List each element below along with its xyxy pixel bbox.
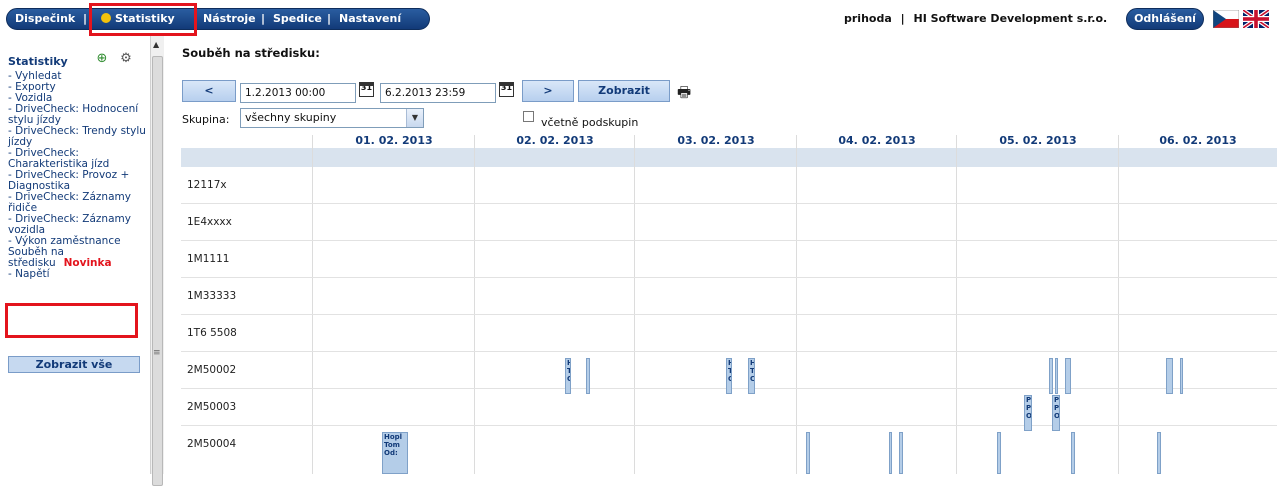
subgroups-label: včetně podskupin: [541, 116, 639, 129]
date-from-input[interactable]: 1.2.2013 00:00: [240, 83, 356, 103]
nav-spedice[interactable]: Spedice: [273, 9, 322, 29]
sidebar-item-drivecheck-zaznamy-vozidla[interactable]: - DriveCheck: Záznamy vozidla: [8, 214, 146, 236]
table-row: 1E4xxxx: [181, 204, 1277, 241]
sidebar-item-drivecheck-hodnoceni[interactable]: - DriveCheck: Hodnocení stylu jízdy: [8, 104, 146, 126]
timeline-event[interactable]: P P O: [1052, 395, 1060, 431]
user-separator: |: [900, 12, 905, 25]
timeline-event[interactable]: H T C: [565, 358, 571, 394]
scrollbar-thumb[interactable]: [152, 56, 163, 486]
vehicle-label[interactable]: 2M50004: [187, 438, 236, 450]
add-report-icon[interactable]: ⊕: [94, 51, 110, 67]
vehicle-label[interactable]: 1M1111: [187, 253, 229, 265]
sidebar-scrollbar[interactable]: ▲ ≡: [150, 36, 164, 486]
table-row: 1T6 5508: [181, 315, 1277, 352]
czech-flag-icon[interactable]: [1213, 10, 1239, 28]
day-header: 03. 02. 2013: [677, 134, 755, 147]
vehicle-label[interactable]: 12117x: [187, 179, 227, 191]
day-header: 05. 02. 2013: [999, 134, 1077, 147]
company-name: HI Software Development s.r.o.: [913, 12, 1108, 25]
timeline-event[interactable]: [806, 432, 810, 474]
settings-gear-icon[interactable]: ⚙: [118, 51, 134, 67]
sidebar-list: - Vyhledat - Exporty - Vozidla - DriveCh…: [8, 71, 146, 280]
highlight-statistiky: [89, 3, 197, 36]
username: prihoda: [844, 12, 892, 25]
vehicle-label[interactable]: 2M50003: [187, 401, 236, 413]
group-label: Skupina:: [182, 113, 230, 126]
page-title: Souběh na středisku:: [182, 46, 320, 60]
main-nav: Dispečink | Statistiky | Nástroje | Sped…: [6, 8, 430, 30]
new-badge: Novinka: [63, 257, 112, 269]
timeline-event[interactable]: [1049, 358, 1053, 394]
sidebar-item-soubeh-na-stredisku[interactable]: Souběh na středisku Novinka: [8, 247, 146, 269]
top-bar: Dispečink | Statistiky | Nástroje | Sped…: [0, 0, 1277, 36]
day-header: 04. 02. 2013: [838, 134, 916, 147]
next-button[interactable]: >: [522, 80, 574, 102]
timeline-event[interactable]: [586, 358, 590, 394]
table-row: 1M33333: [181, 278, 1277, 315]
group-select-value: všechny skupiny: [245, 111, 337, 124]
sidebar-item-drivecheck-zaznamy-ridice[interactable]: - DriveCheck: Záznamy řidiče: [8, 192, 146, 214]
timeline-event[interactable]: [1055, 358, 1058, 394]
day-header: 02. 02. 2013: [516, 134, 594, 147]
timeline-event[interactable]: [997, 432, 1001, 474]
vehicle-label[interactable]: 1T6 5508: [187, 327, 237, 339]
uk-flag-icon[interactable]: [1243, 10, 1269, 28]
timeline-event[interactable]: [889, 432, 892, 474]
sidebar-item-drivecheck-provoz[interactable]: - DriveCheck: Provoz + Diagnostika: [8, 170, 146, 192]
calendar-to-icon[interactable]: 31: [499, 82, 514, 97]
grid-header-bar: [181, 148, 1277, 167]
sidebar-item-drivecheck-trendy[interactable]: - DriveCheck: Trendy stylu jízdy: [8, 126, 146, 148]
table-row: 12117x: [181, 167, 1277, 204]
table-row: 2M50003: [181, 389, 1277, 426]
day-header: 06. 02. 2013: [1159, 134, 1237, 147]
timeline-event[interactable]: Hopl Tom Od:: [382, 432, 408, 474]
vehicle-label[interactable]: 1E4xxxx: [187, 216, 232, 228]
timeline-event[interactable]: [1166, 358, 1173, 394]
sidebar-item-label: Souběh na středisku: [8, 246, 64, 269]
logout-button[interactable]: Odhlášení: [1126, 8, 1204, 30]
calendar-from-icon[interactable]: 31: [359, 82, 374, 97]
sidebar-item-drivecheck-charakteristika[interactable]: - DriveCheck: Charakteristika jízd: [8, 148, 146, 170]
scroll-up-icon[interactable]: ▲: [153, 40, 159, 49]
nav-nastroje[interactable]: Nástroje: [203, 9, 256, 29]
timeline-event[interactable]: [899, 432, 903, 474]
timeline-event[interactable]: [1180, 358, 1183, 394]
prev-button[interactable]: <: [182, 80, 236, 102]
timeline-grid: 01. 02. 2013 02. 02. 2013 03. 02. 2013 0…: [181, 131, 1277, 474]
nav-separator: |: [261, 12, 266, 25]
nav-separator: |: [327, 12, 332, 25]
nav-separator: |: [83, 12, 88, 25]
vehicle-label[interactable]: 1M33333: [187, 290, 236, 302]
show-all-button[interactable]: Zobrazit vše: [8, 356, 140, 373]
user-info: prihoda | HI Software Development s.r.o.: [844, 12, 1107, 25]
date-to-input[interactable]: 6.2.2013 23:59: [380, 83, 496, 103]
print-icon[interactable]: 🖶: [677, 82, 691, 107]
timeline-event[interactable]: [1071, 432, 1075, 474]
timeline-event[interactable]: [1065, 358, 1071, 394]
nav-dispecink[interactable]: Dispečink: [15, 9, 75, 29]
subgroups-checkbox[interactable]: [523, 111, 534, 122]
day-header: 01. 02. 2013: [355, 134, 433, 147]
chevron-down-icon[interactable]: ▼: [406, 109, 423, 127]
nav-nastaveni[interactable]: Nastavení: [339, 9, 401, 29]
timeline-event[interactable]: P P O: [1024, 395, 1032, 431]
group-select[interactable]: všechny skupiny ▼: [240, 108, 424, 128]
sidebar-title: Statistiky: [8, 55, 68, 68]
timeline-event[interactable]: H T C: [726, 358, 732, 394]
sidebar-item-napeti[interactable]: - Napětí: [8, 269, 146, 280]
table-row: 2M50004: [181, 426, 1277, 463]
highlight-soubeh: [5, 303, 138, 338]
scroll-grip-icon: ≡: [153, 348, 161, 358]
table-row: 1M1111: [181, 241, 1277, 278]
vehicle-label[interactable]: 2M50002: [187, 364, 236, 376]
timeline-event[interactable]: H T C: [748, 358, 755, 394]
show-button[interactable]: Zobrazit: [578, 80, 670, 102]
timeline-event[interactable]: [1157, 432, 1161, 474]
